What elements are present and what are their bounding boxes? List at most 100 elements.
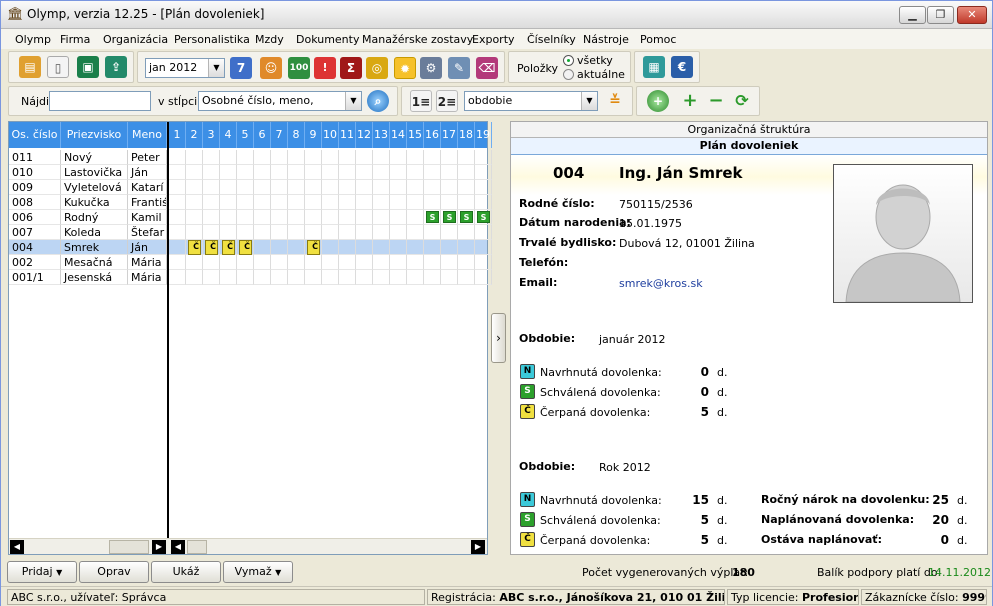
day-cell[interactable]: [203, 150, 220, 165]
edit-button[interactable]: Oprav: [79, 561, 149, 583]
day-cell[interactable]: [458, 150, 475, 165]
day-cell[interactable]: [458, 225, 475, 240]
day-cell[interactable]: [407, 150, 424, 165]
day-header[interactable]: 19: [475, 122, 492, 148]
day-cell[interactable]: [203, 195, 220, 210]
radio-all[interactable]: [563, 55, 574, 66]
day-cell[interactable]: [475, 180, 492, 195]
day-cell[interactable]: [407, 270, 424, 285]
menu-firma[interactable]: Firma: [60, 33, 90, 46]
day-cell[interactable]: [288, 240, 305, 255]
day-header[interactable]: 17: [441, 122, 458, 148]
day-cell[interactable]: [271, 210, 288, 225]
day-cell[interactable]: [390, 180, 407, 195]
day-cell[interactable]: [237, 225, 254, 240]
day-cell[interactable]: [390, 210, 407, 225]
day-cell[interactable]: [390, 225, 407, 240]
day-cell[interactable]: [237, 270, 254, 285]
day-cell[interactable]: [441, 165, 458, 180]
day-cell[interactable]: [458, 180, 475, 195]
day-cell[interactable]: [288, 255, 305, 270]
day-cell[interactable]: [254, 165, 271, 180]
day-cell[interactable]: [271, 240, 288, 255]
email-link[interactable]: smrek@kros.sk: [619, 277, 703, 290]
day-cell[interactable]: [390, 240, 407, 255]
day-cell[interactable]: [322, 240, 339, 255]
day-cell[interactable]: [373, 255, 390, 270]
add-button[interactable]: Pridaj ▼: [7, 561, 77, 583]
day-cell[interactable]: [373, 180, 390, 195]
scroll-thumb[interactable]: [187, 540, 207, 554]
day-cell[interactable]: [305, 180, 322, 195]
day-cell[interactable]: [271, 270, 288, 285]
day-cell[interactable]: [458, 240, 475, 255]
day-cell[interactable]: [356, 180, 373, 195]
menu-exporty[interactable]: Exporty: [472, 33, 515, 46]
day-cell[interactable]: [254, 270, 271, 285]
day-cell[interactable]: [288, 225, 305, 240]
day-cell[interactable]: [254, 180, 271, 195]
day-cell[interactable]: [475, 165, 492, 180]
day-cell[interactable]: [186, 180, 203, 195]
day-cell[interactable]: [424, 255, 441, 270]
sum-question-icon[interactable]: Σ: [340, 57, 362, 79]
day-cell[interactable]: [356, 165, 373, 180]
employee-icon[interactable]: ☺: [260, 57, 282, 79]
header-os-number[interactable]: Os. číslo: [9, 122, 61, 148]
day-cell[interactable]: [407, 255, 424, 270]
day-cell[interactable]: [339, 255, 356, 270]
right-horizontal-scrollbar[interactable]: ◀ ▶: [169, 538, 487, 554]
day-cell[interactable]: [288, 210, 305, 225]
day-cell[interactable]: [254, 150, 271, 165]
scroll-right-icon[interactable]: ▶: [152, 540, 166, 554]
day-cell[interactable]: [475, 225, 492, 240]
day-cell[interactable]: [203, 165, 220, 180]
day-cell[interactable]: [424, 270, 441, 285]
day-cell[interactable]: [288, 195, 305, 210]
day-header[interactable]: 13: [373, 122, 390, 148]
day-cell[interactable]: [288, 165, 305, 180]
day-cell[interactable]: [424, 240, 441, 255]
money-icon[interactable]: 100: [288, 57, 310, 79]
day-cell[interactable]: [390, 150, 407, 165]
header-surname[interactable]: Priezvisko: [61, 122, 128, 148]
table-row[interactable]: 009 Vyletelová Katarí: [9, 180, 492, 195]
filter-select[interactable]: obdobie ▼: [464, 91, 598, 111]
table-row[interactable]: 001/1 Jesenská Mária: [9, 270, 492, 285]
menu-personalistika[interactable]: Personalistika: [174, 33, 250, 46]
day-cell[interactable]: [458, 165, 475, 180]
day-cell[interactable]: [407, 225, 424, 240]
day-cell[interactable]: [169, 270, 186, 285]
day-cell[interactable]: [169, 180, 186, 195]
day-cell[interactable]: [441, 240, 458, 255]
radio-current[interactable]: [563, 69, 574, 80]
day-cell[interactable]: [339, 270, 356, 285]
menu-ciselniky[interactable]: Číselníky: [527, 33, 576, 46]
day-cell[interactable]: [458, 270, 475, 285]
day-cell[interactable]: [339, 165, 356, 180]
day-cell[interactable]: [254, 240, 271, 255]
day-cell[interactable]: [305, 255, 322, 270]
day-cell[interactable]: [339, 210, 356, 225]
day-cell[interactable]: [203, 210, 220, 225]
day-cell[interactable]: [356, 270, 373, 285]
left-horizontal-scrollbar[interactable]: ◀ ▶: [9, 538, 169, 554]
day-cell[interactable]: [441, 180, 458, 195]
day-cell[interactable]: [169, 240, 186, 255]
day-cell[interactable]: [288, 180, 305, 195]
save-icon[interactable]: ▣: [77, 56, 99, 78]
day-cell[interactable]: [322, 195, 339, 210]
day-cell[interactable]: [322, 180, 339, 195]
day-cell[interactable]: [424, 225, 441, 240]
day-cell[interactable]: [373, 150, 390, 165]
menu-olymp[interactable]: Olymp: [15, 33, 51, 46]
used-vacation-mark[interactable]: Č: [222, 240, 235, 255]
day-cell[interactable]: [305, 165, 322, 180]
day-cell[interactable]: [407, 180, 424, 195]
sun-vacation-icon[interactable]: ✹: [394, 57, 416, 79]
delete-button[interactable]: Vymaž ▼: [223, 561, 293, 583]
approved-vacation-mark[interactable]: S: [460, 211, 473, 223]
day-cell[interactable]: [237, 255, 254, 270]
close-button[interactable]: ✕: [957, 6, 987, 24]
day-cell[interactable]: [356, 195, 373, 210]
